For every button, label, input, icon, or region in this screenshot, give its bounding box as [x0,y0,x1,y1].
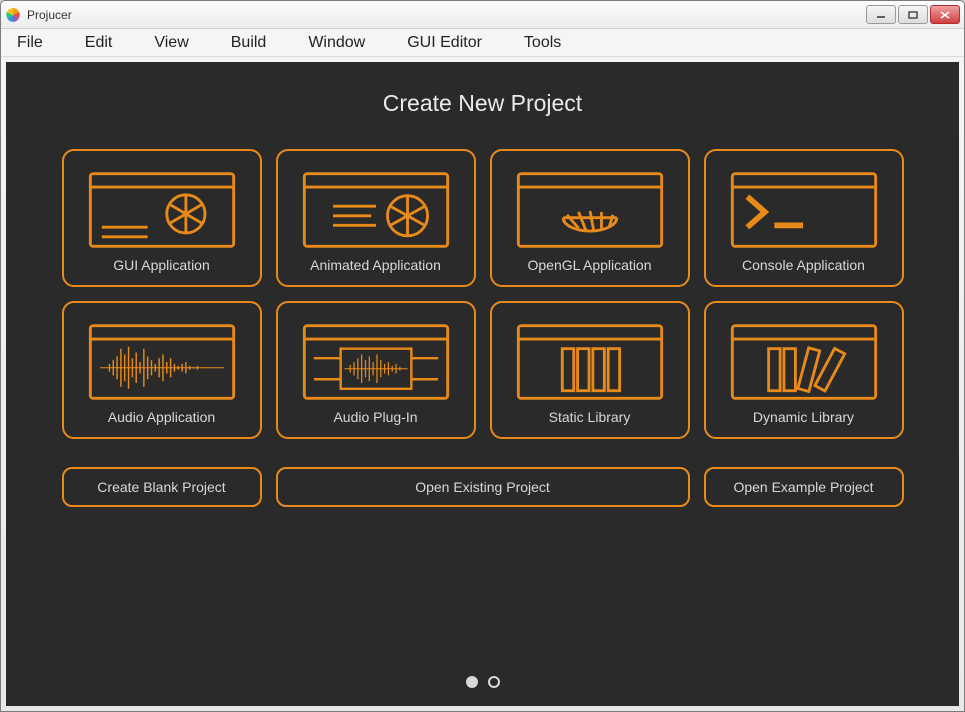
tile-label: GUI Application [113,257,210,273]
tile-label: OpenGL Application [527,257,651,273]
console-app-icon [712,161,896,257]
audio-app-icon [70,313,254,409]
pager-dot-1[interactable] [466,676,478,688]
gui-app-icon [70,161,254,257]
tile-label: Audio Plug-In [333,409,417,425]
tile-console-application[interactable]: Console Application [704,149,904,287]
app-icon [5,7,21,23]
tile-animated-application[interactable]: Animated Application [276,149,476,287]
tile-audio-application[interactable]: Audio Application [62,301,262,439]
window-controls [866,5,960,24]
tile-label: Animated Application [310,257,441,273]
open-example-button[interactable]: Open Example Project [704,467,904,507]
button-label: Create Blank Project [97,479,225,495]
pager-dot-2[interactable] [488,676,500,688]
tile-label: Audio Application [108,409,215,425]
menu-gui-editor[interactable]: GUI Editor [401,30,488,56]
menu-edit[interactable]: Edit [79,30,119,56]
create-blank-button[interactable]: Create Blank Project [62,467,262,507]
menu-file[interactable]: File [11,30,49,56]
button-label: Open Example Project [733,479,873,495]
tile-opengl-application[interactable]: OpenGL Application [490,149,690,287]
menu-build[interactable]: Build [225,30,273,56]
static-library-icon [498,313,682,409]
animated-app-icon [284,161,468,257]
opengl-app-icon [498,161,682,257]
open-existing-button[interactable]: Open Existing Project [276,467,690,507]
title-bar: Projucer [1,1,964,29]
tile-label: Dynamic Library [753,409,854,425]
tile-label: Console Application [742,257,865,273]
window-frame: Projucer File Edit View Build Window GUI… [0,0,965,712]
audio-plugin-icon [284,313,468,409]
action-row: Create Blank Project Open Existing Proje… [62,467,904,507]
menu-window[interactable]: Window [302,30,371,56]
maximize-button[interactable] [898,5,928,24]
tile-audio-plugin[interactable]: Audio Plug-In [276,301,476,439]
tile-dynamic-library[interactable]: Dynamic Library [704,301,904,439]
window-title: Projucer [27,8,866,22]
tile-gui-application[interactable]: GUI Application [62,149,262,287]
tile-grid: GUI Application [62,149,904,439]
dynamic-library-icon [712,313,896,409]
page-title: Create New Project [383,90,582,117]
content-area: Create New Project [6,62,959,706]
minimize-button[interactable] [866,5,896,24]
close-button[interactable] [930,5,960,24]
tile-label: Static Library [549,409,631,425]
menu-view[interactable]: View [148,30,194,56]
tile-static-library[interactable]: Static Library [490,301,690,439]
menu-tools[interactable]: Tools [518,30,567,56]
pager [466,676,500,688]
button-label: Open Existing Project [415,479,550,495]
menu-bar: File Edit View Build Window GUI Editor T… [1,29,964,57]
